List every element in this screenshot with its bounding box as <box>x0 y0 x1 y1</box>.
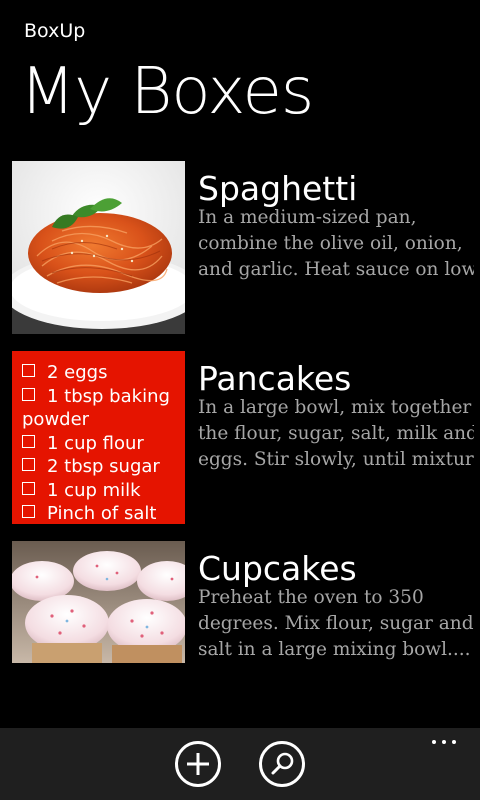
ingredient-item: 1 cup milk <box>22 479 185 503</box>
page-title: My Boxes <box>20 55 314 129</box>
ingredient-item: 1 tbsp baking <box>22 385 185 409</box>
checkbox-icon <box>22 481 35 495</box>
add-icon <box>187 753 209 775</box>
box-item-spaghetti[interactable]: Spaghetti In a medium-sized pan, combine… <box>12 161 480 334</box>
box-description: In a medium-sized pan, combine the olive… <box>198 205 474 283</box>
description-line: the flour, sugar, salt, milk and <box>198 423 474 444</box>
box-description: Preheat the oven to 350 degrees. Mix flo… <box>198 585 474 663</box>
app-bar <box>0 728 480 800</box>
ingredient-item: Pinch of salt <box>22 502 185 524</box>
more-options-button[interactable] <box>432 740 456 746</box>
box-title: Pancakes <box>198 359 352 398</box>
description-line: and garlic. Heat sauce on low... <box>198 259 474 280</box>
checkbox-icon <box>22 434 35 448</box>
ingredient-list: 2 eggs 1 tbsp baking powder 1 cup flour … <box>12 351 185 524</box>
description-line: In a medium-sized pan, <box>198 207 417 228</box>
ingredient-item: 1 cup flour <box>22 432 185 456</box>
description-line: combine the olive oil, onion, <box>198 233 463 254</box>
description-line: salt in a large mixing bowl.... <box>198 639 471 660</box>
app-name: BoxUp <box>24 20 86 42</box>
add-button[interactable] <box>175 741 221 787</box>
cupcakes-photo <box>12 541 185 663</box>
checkbox-icon <box>22 505 35 518</box>
box-item-cupcakes[interactable]: Cupcakes Preheat the oven to 350 degrees… <box>12 541 480 663</box>
description-line: degrees. Mix flour, sugar and <box>198 613 474 634</box>
app-root: BoxUp My Boxes Spaghetti In a medium-siz… <box>0 0 480 800</box>
search-button[interactable] <box>259 741 305 787</box>
checkbox-icon <box>22 364 35 377</box>
box-title: Cupcakes <box>198 549 357 588</box>
box-item-pancakes[interactable]: 2 eggs 1 tbsp baking powder 1 cup flour … <box>12 351 480 524</box>
search-icon <box>271 752 294 775</box>
ingredient-item: 2 eggs <box>22 361 185 385</box>
description-line: In a large bowl, mix together <box>198 397 472 418</box>
description-line: Preheat the oven to 350 <box>198 587 424 608</box>
ingredient-item-continued: powder <box>22 409 90 430</box>
checkbox-icon <box>22 387 35 401</box>
spaghetti-photo <box>12 161 185 334</box>
box-description: In a large bowl, mix together the flour,… <box>198 395 474 473</box>
checkbox-icon <box>22 458 35 471</box>
ingredient-item: 2 tbsp sugar <box>22 455 185 479</box>
description-line: eggs. Stir slowly, until mixture... <box>198 449 474 470</box>
box-title: Spaghetti <box>198 169 358 208</box>
